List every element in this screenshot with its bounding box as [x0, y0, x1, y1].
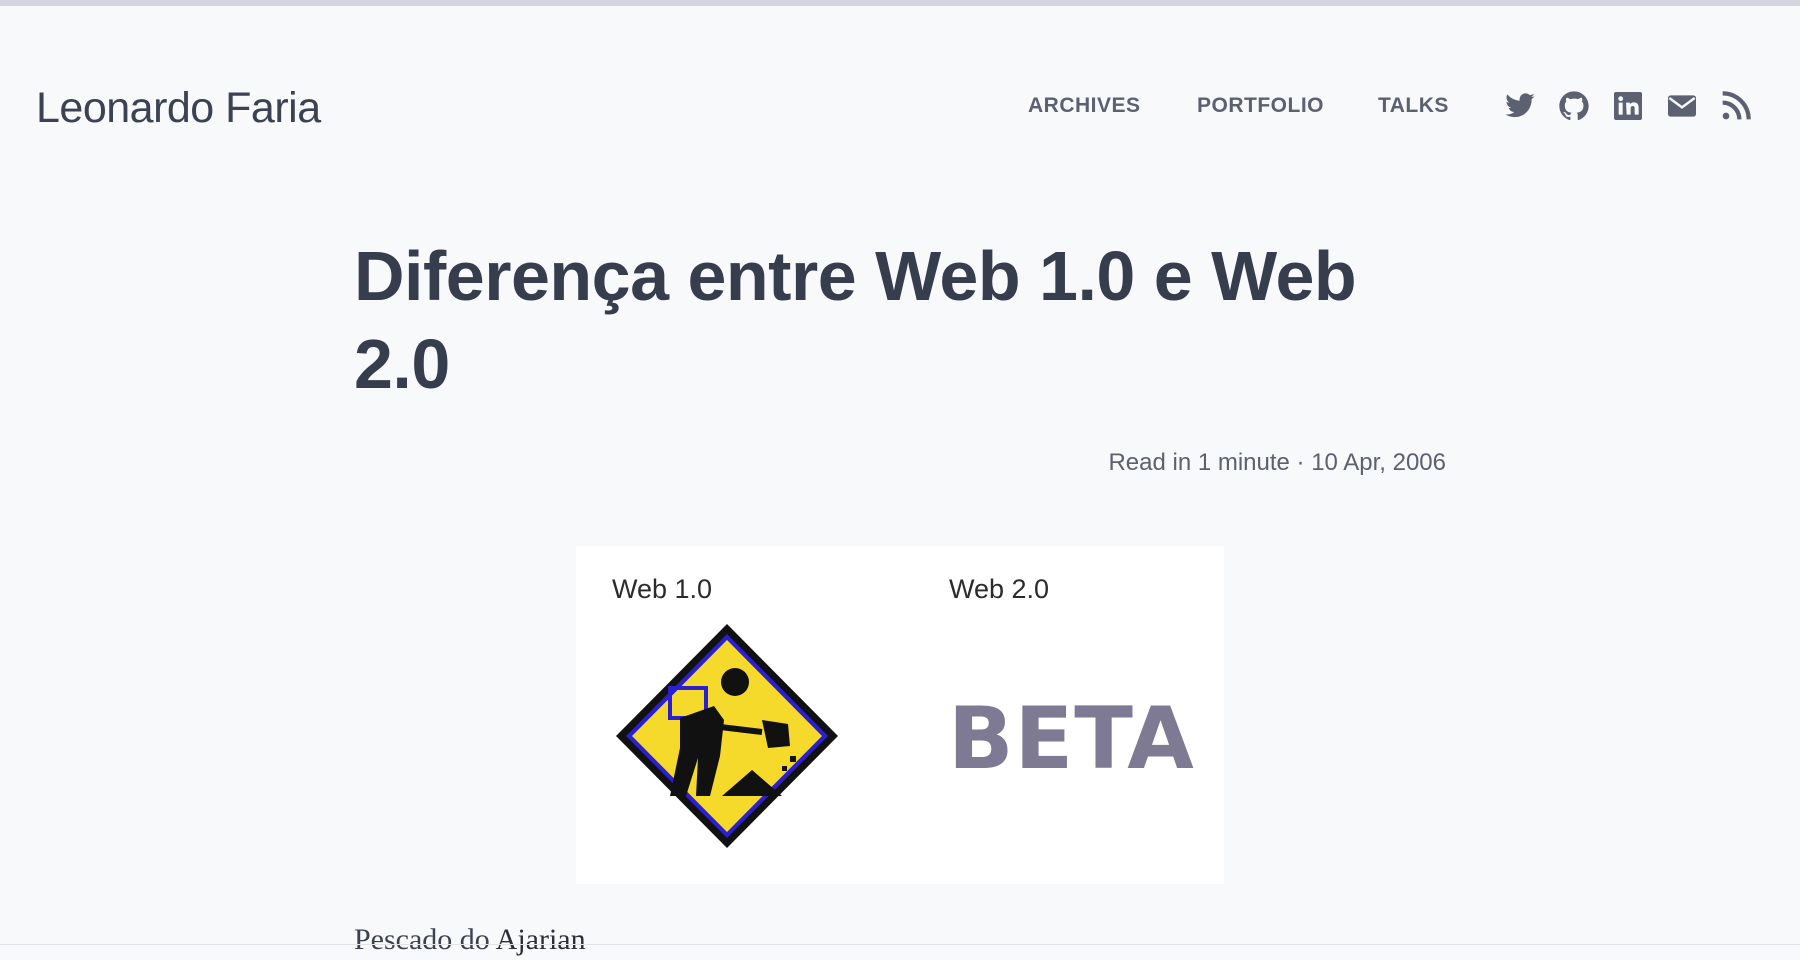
under-construction-sign-icon	[616, 624, 838, 848]
nav-archives[interactable]: ARCHIVES	[1028, 92, 1141, 120]
github-icon[interactable]	[1558, 90, 1590, 122]
site-title[interactable]: Leonardo Faria	[36, 80, 321, 136]
nav-portfolio[interactable]: PORTFOLIO	[1197, 92, 1324, 120]
twitter-icon[interactable]	[1504, 90, 1536, 122]
rss-icon[interactable]	[1720, 90, 1752, 122]
nav-talks[interactable]: TALKS	[1378, 92, 1449, 120]
web2-label: Web 2.0	[949, 574, 1050, 604]
linkedin-icon[interactable]	[1612, 90, 1644, 122]
top-accent-bar	[0, 0, 1800, 6]
post-body-first-line: Pescado do Ajarian	[354, 920, 586, 960]
post-title: Diferença entre Web 1.0 e Web 2.0	[354, 237, 1357, 403]
email-icon[interactable]	[1666, 90, 1698, 122]
web1-label: Web 1.0	[612, 574, 713, 604]
body-prefix: Pescado do	[354, 923, 496, 956]
source-link[interactable]: Ajarian	[496, 923, 586, 956]
post-figure: Web 1.0 Web 2.0 BETA	[576, 546, 1224, 884]
beta-badge: BETA	[948, 689, 1195, 789]
post-meta: Read in 1 minute · 10 Apr, 2006	[1108, 449, 1446, 476]
